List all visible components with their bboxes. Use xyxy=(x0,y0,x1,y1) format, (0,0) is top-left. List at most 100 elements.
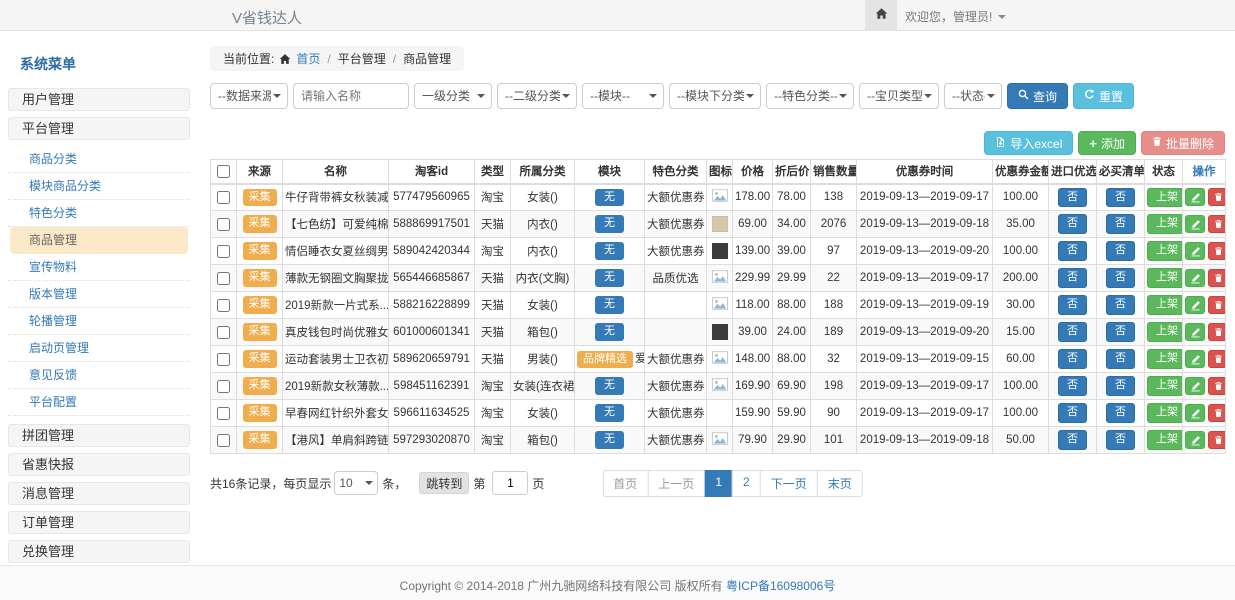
edit-button[interactable] xyxy=(1185,269,1205,287)
breadcrumb-home-link[interactable]: 首页 xyxy=(296,50,320,67)
select-all-checkbox[interactable] xyxy=(217,165,230,178)
level2-category-select[interactable]: --二级分类-- xyxy=(497,83,577,109)
must-buy-toggle[interactable]: 否 xyxy=(1106,268,1135,287)
must-buy-toggle[interactable]: 否 xyxy=(1106,403,1135,422)
status-button[interactable]: 上架 xyxy=(1147,430,1183,449)
status-button[interactable]: 上架 xyxy=(1147,403,1183,422)
must-buy-toggle[interactable]: 否 xyxy=(1106,376,1135,395)
sidebar-group[interactable]: 兑换管理 xyxy=(8,540,190,563)
row-checkbox[interactable] xyxy=(217,434,230,447)
name-input[interactable] xyxy=(293,83,409,109)
search-button[interactable]: 查询 xyxy=(1007,83,1068,109)
pager-item[interactable]: 首页 xyxy=(602,470,648,497)
jump-button[interactable]: 跳转到 xyxy=(419,472,469,494)
sidebar-group[interactable]: 消息管理 xyxy=(8,482,190,505)
row-checkbox[interactable] xyxy=(217,218,230,231)
import-excel-button[interactable]: 导入excel xyxy=(984,131,1073,155)
must-buy-toggle[interactable]: 否 xyxy=(1106,295,1135,314)
edit-button[interactable] xyxy=(1185,377,1205,395)
row-checkbox[interactable] xyxy=(217,245,230,258)
sidebar-group[interactable]: 省惠快报 xyxy=(8,453,190,476)
delete-button[interactable] xyxy=(1208,215,1226,233)
sidebar-item[interactable]: 版本管理 xyxy=(8,281,190,308)
delete-button[interactable] xyxy=(1208,188,1226,206)
status-button[interactable]: 上架 xyxy=(1147,268,1183,287)
sidebar-item[interactable]: 轮播管理 xyxy=(8,308,190,335)
import-select-toggle[interactable]: 否 xyxy=(1058,268,1087,287)
delete-button[interactable] xyxy=(1208,269,1226,287)
status-button[interactable]: 上架 xyxy=(1147,322,1183,341)
delete-button[interactable] xyxy=(1208,350,1226,368)
status-button[interactable]: 上架 xyxy=(1147,241,1183,260)
import-select-toggle[interactable]: 否 xyxy=(1058,214,1087,233)
sidebar-item[interactable]: 宣传物料 xyxy=(8,254,190,281)
edit-button[interactable] xyxy=(1185,323,1205,341)
edit-button[interactable] xyxy=(1185,404,1205,422)
row-checkbox[interactable] xyxy=(217,191,230,204)
special-category-select[interactable]: --特色分类-- xyxy=(766,83,854,109)
delete-button[interactable] xyxy=(1208,296,1226,314)
must-buy-toggle[interactable]: 否 xyxy=(1106,188,1135,207)
edit-button[interactable] xyxy=(1185,242,1205,260)
import-select-toggle[interactable]: 否 xyxy=(1058,241,1087,260)
add-button[interactable]: + 添加 xyxy=(1078,131,1136,155)
sidebar-group[interactable]: 用户管理 xyxy=(8,88,190,111)
row-checkbox[interactable] xyxy=(217,353,230,366)
item-type-select[interactable]: --宝贝类型-- xyxy=(859,83,939,109)
reset-button[interactable]: 重置 xyxy=(1073,83,1134,109)
import-select-toggle[interactable]: 否 xyxy=(1058,376,1087,395)
data-source-select[interactable]: --数据来源-- xyxy=(210,83,288,109)
sidebar-group[interactable]: 拼团管理 xyxy=(8,424,190,447)
batch-delete-button[interactable]: 批量删除 xyxy=(1141,131,1225,155)
must-buy-toggle[interactable]: 否 xyxy=(1106,430,1135,449)
delete-button[interactable] xyxy=(1208,242,1226,260)
status-button[interactable]: 上架 xyxy=(1147,214,1183,233)
sidebar-item[interactable]: 商品管理 xyxy=(10,227,188,254)
pager-item[interactable]: 上一页 xyxy=(647,470,705,497)
module-select[interactable]: --模块-- xyxy=(582,83,664,109)
row-checkbox[interactable] xyxy=(217,326,230,339)
must-buy-toggle[interactable]: 否 xyxy=(1106,322,1135,341)
status-button[interactable]: 上架 xyxy=(1147,188,1183,207)
edit-button[interactable] xyxy=(1185,296,1205,314)
status-button[interactable]: 上架 xyxy=(1147,376,1183,395)
import-select-toggle[interactable]: 否 xyxy=(1058,188,1087,207)
sidebar-group[interactable]: 订单管理 xyxy=(8,511,190,534)
status-button[interactable]: 上架 xyxy=(1147,349,1183,368)
import-select-toggle[interactable]: 否 xyxy=(1058,322,1087,341)
pager-item[interactable]: 末页 xyxy=(817,470,863,497)
row-checkbox[interactable] xyxy=(217,380,230,393)
edit-button[interactable] xyxy=(1185,188,1205,206)
sidebar-item[interactable]: 模块商品分类 xyxy=(8,173,190,200)
row-checkbox[interactable] xyxy=(217,407,230,420)
home-button[interactable] xyxy=(865,0,897,30)
user-menu[interactable]: 欢迎您，管理员! xyxy=(905,8,1006,25)
sidebar-group[interactable]: 平台管理 xyxy=(8,117,190,140)
sidebar-item[interactable]: 商品分类 xyxy=(8,146,190,173)
edit-button[interactable] xyxy=(1185,215,1205,233)
sidebar-item[interactable]: 启动页管理 xyxy=(8,335,190,362)
module-subcategory-select[interactable]: --模块下分类-- xyxy=(669,83,761,109)
status-select[interactable]: --状态-- xyxy=(944,83,1002,109)
row-checkbox[interactable] xyxy=(217,299,230,312)
jump-page-input[interactable] xyxy=(492,471,528,495)
must-buy-toggle[interactable]: 否 xyxy=(1106,349,1135,368)
edit-button[interactable] xyxy=(1185,431,1205,449)
icp-link[interactable]: 粤ICP备16098006号 xyxy=(726,579,835,593)
pager-item[interactable]: 下一页 xyxy=(760,470,818,497)
status-button[interactable]: 上架 xyxy=(1147,295,1183,314)
must-buy-toggle[interactable]: 否 xyxy=(1106,241,1135,260)
sidebar-item[interactable]: 意见反馈 xyxy=(8,362,190,389)
level1-category-select[interactable]: 一级分类 xyxy=(414,83,492,109)
sidebar-item[interactable]: 特色分类 xyxy=(8,200,190,227)
import-select-toggle[interactable]: 否 xyxy=(1058,295,1087,314)
delete-button[interactable] xyxy=(1208,404,1226,422)
must-buy-toggle[interactable]: 否 xyxy=(1106,214,1135,233)
delete-button[interactable] xyxy=(1208,377,1226,395)
import-select-toggle[interactable]: 否 xyxy=(1058,403,1087,422)
pager-item[interactable]: 2 xyxy=(732,470,761,497)
delete-button[interactable] xyxy=(1208,431,1226,449)
pager-item[interactable]: 1 xyxy=(704,470,733,497)
per-page-select[interactable]: 10 xyxy=(334,471,378,495)
sidebar-item[interactable]: 平台配置 xyxy=(8,389,190,416)
